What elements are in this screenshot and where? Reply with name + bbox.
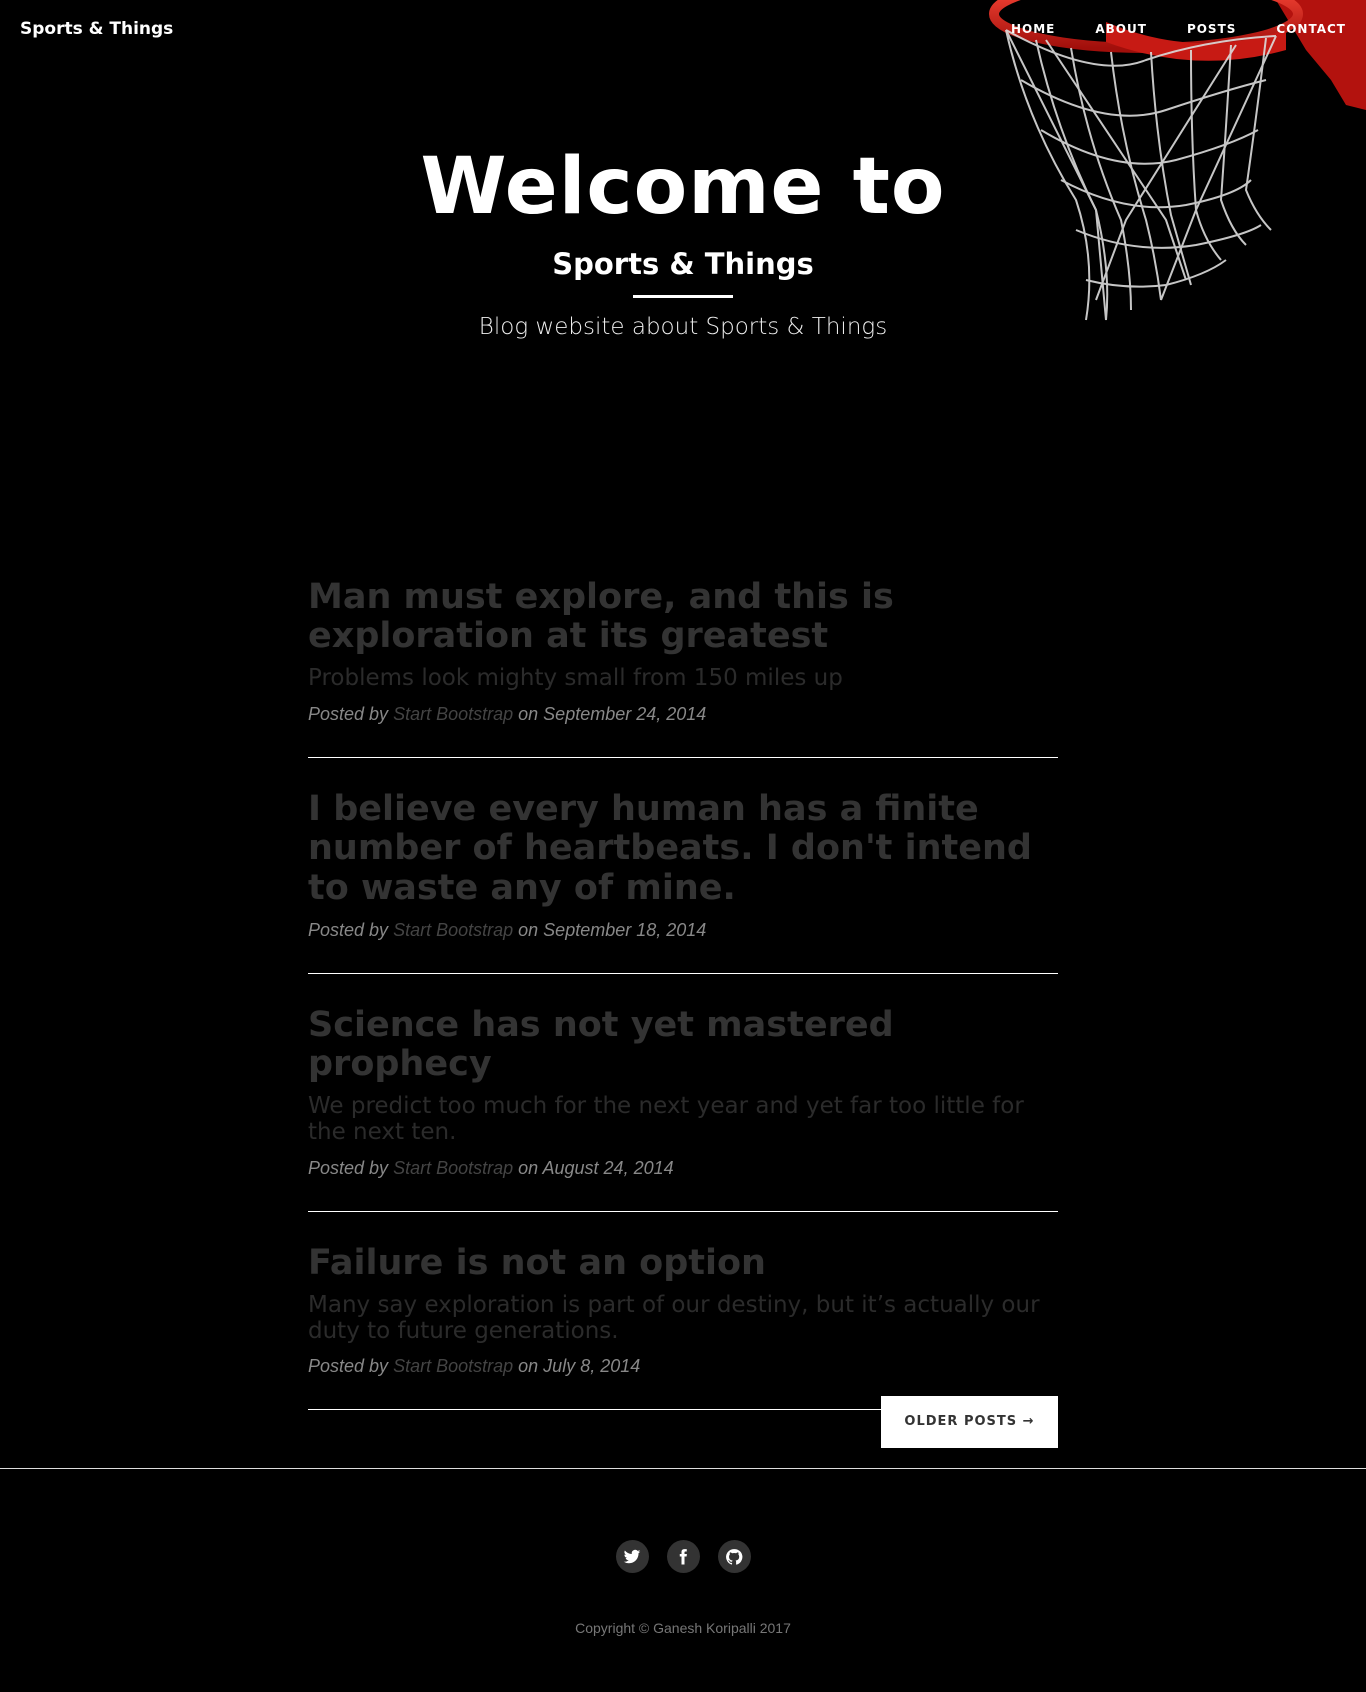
hero-tagline: Blog website about Sports & Things (478, 313, 888, 340)
nav-links: HOME ABOUT POSTS CONTACT (1011, 22, 1346, 36)
post-title[interactable]: Failure is not an option (308, 1243, 1058, 1283)
posted-by-label: Posted by (308, 704, 389, 725)
github-link[interactable] (717, 1540, 751, 1573)
post-date: on September 24, 2014 (518, 704, 707, 725)
post-title[interactable]: Man must explore, and this is exploratio… (308, 577, 1058, 656)
post-preview[interactable]: I believe every human has a finite numbe… (308, 790, 1058, 974)
post-meta: Posted by Start Bootstrap on August 24, … (308, 1158, 1058, 1179)
post-author-link[interactable]: Start Bootstrap (393, 1356, 513, 1376)
post-subtitle[interactable]: Problems look mighty small from 150 mile… (308, 666, 1058, 692)
hero-divider (633, 294, 733, 298)
older-posts-button[interactable]: OLDER POSTS → (881, 1396, 1058, 1448)
post-subtitle[interactable]: We predict too much for the next year an… (308, 1093, 1058, 1146)
post-date: on September 18, 2014 (518, 919, 707, 940)
post-author-link[interactable]: Start Bootstrap (393, 704, 513, 724)
post-date: on August 24, 2014 (518, 1157, 674, 1178)
github-icon (726, 1548, 743, 1565)
post-meta: Posted by Start Bootstrap on July 8, 201… (308, 1356, 1058, 1377)
post-title[interactable]: Science has not yet mastered prophecy (308, 1005, 1058, 1084)
posted-by-label: Posted by (308, 1356, 389, 1377)
nav-about[interactable]: ABOUT (1095, 22, 1147, 36)
post-preview[interactable]: Failure is not an option Many say explor… (308, 1243, 1058, 1411)
twitter-link[interactable] (615, 1540, 649, 1573)
nav-home[interactable]: HOME (1011, 22, 1055, 36)
post-date: on July 8, 2014 (518, 1356, 641, 1377)
twitter-icon (623, 1549, 641, 1563)
posted-by-label: Posted by (308, 919, 389, 940)
hero-header: Welcome to Sports & Things Blog website … (0, 142, 1366, 340)
post-author-link[interactable]: Start Bootstrap (393, 920, 513, 940)
copyright-text: Copyright © Ganesh Koripalli 2017 (575, 1620, 791, 1636)
social-links (0, 1540, 1366, 1573)
post-subtitle[interactable]: Many say exploration is part of our dest… (308, 1292, 1058, 1345)
footer-divider (0, 1468, 1366, 1469)
hero-subtitle: Sports & Things (552, 246, 814, 281)
post-meta: Posted by Start Bootstrap on September 2… (308, 704, 1058, 725)
facebook-link[interactable] (666, 1540, 700, 1573)
facebook-icon (679, 1548, 687, 1564)
post-title[interactable]: I believe every human has a finite numbe… (308, 790, 1058, 908)
post-list: Man must explore, and this is exploratio… (308, 577, 1058, 1442)
nav-contact[interactable]: CONTACT (1276, 22, 1346, 36)
brand-link[interactable]: Sports & Things (20, 19, 173, 39)
pager: OLDER POSTS → (881, 1396, 1058, 1448)
post-preview[interactable]: Science has not yet mastered prophecy We… (308, 1005, 1058, 1212)
posted-by-label: Posted by (308, 1157, 389, 1178)
navbar: Sports & Things HOME ABOUT POSTS CONTACT (0, 0, 1366, 60)
nav-posts[interactable]: POSTS (1187, 22, 1236, 36)
post-author-link[interactable]: Start Bootstrap (393, 1158, 513, 1178)
post-meta: Posted by Start Bootstrap on September 1… (308, 920, 1058, 941)
hero-title: Welcome to (420, 142, 946, 232)
post-preview[interactable]: Man must explore, and this is exploratio… (308, 577, 1058, 759)
